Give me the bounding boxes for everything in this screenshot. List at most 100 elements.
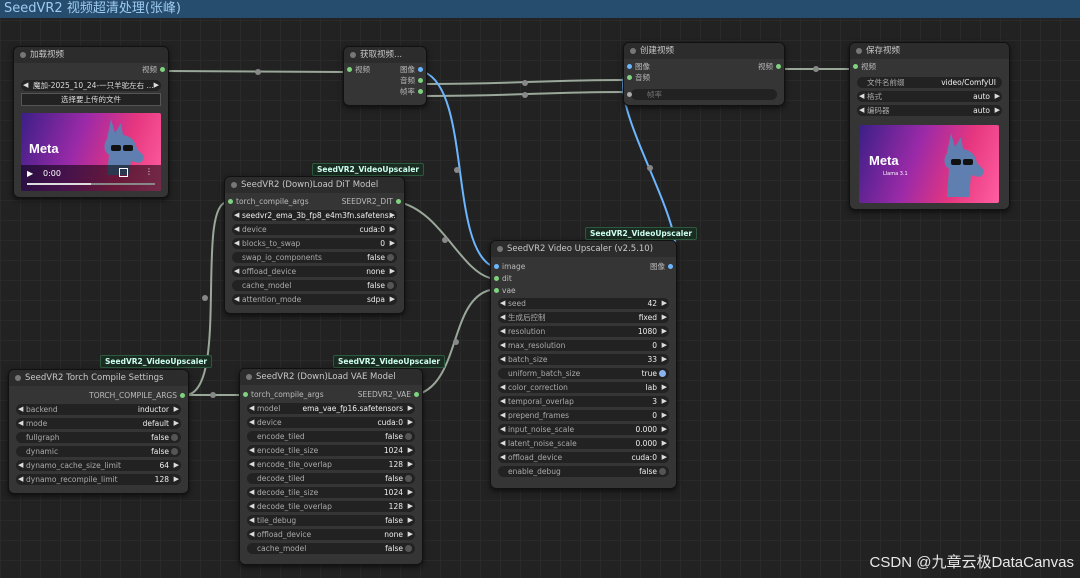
collapse-dot-icon[interactable] bbox=[630, 48, 636, 54]
toggle-on-icon[interactable] bbox=[659, 370, 666, 377]
decode-tile-size-stepper[interactable]: ◀ decode_tile_size 1024 ▶ bbox=[247, 487, 415, 498]
control-after-generate-select[interactable]: ◀ 生成后控制 fixed ▶ bbox=[498, 312, 669, 323]
arrow-left-icon[interactable]: ◀ bbox=[234, 266, 239, 277]
arrow-left-icon[interactable]: ◀ bbox=[500, 452, 505, 463]
arrow-left-icon[interactable]: ◀ bbox=[234, 294, 239, 305]
vae-model-select[interactable]: ◀ model ema_vae_fp16.safetensors ▶ bbox=[247, 403, 415, 414]
input-socket-image[interactable] bbox=[627, 64, 632, 69]
arrow-left-icon[interactable]: ◀ bbox=[234, 210, 239, 221]
device-select[interactable]: ◀ device cuda:0 ▶ bbox=[247, 417, 415, 428]
encode-tile-overlap-stepper[interactable]: ◀ encode_tile_overlap 128 ▶ bbox=[247, 459, 415, 470]
arrow-left-icon[interactable]: ◀ bbox=[249, 501, 254, 512]
latent-noise-scale-stepper[interactable]: ◀ latent_noise_scale 0.000 ▶ bbox=[498, 438, 669, 449]
blocks-to-swap-stepper[interactable]: ◀ blocks_to_swap 0 ▶ bbox=[232, 238, 397, 249]
attention-mode-select[interactable]: ◀ attention_mode sdpa ▶ bbox=[232, 294, 397, 305]
arrow-right-icon[interactable]: ▶ bbox=[408, 403, 413, 414]
output-socket-fps[interactable] bbox=[418, 89, 423, 94]
cache-model-toggle[interactable]: cache_model false bbox=[247, 543, 415, 554]
video-upscaler-node[interactable]: SeedVR2 Video Upscaler (v2.5.10) image 图像… bbox=[490, 240, 677, 489]
dynamo-cache-size-stepper[interactable]: ◀ dynamo_cache_size_limit 64 ▶ bbox=[16, 460, 181, 471]
dit-loader-node[interactable]: SeedVR2 (Down)Load DiT Model torch_compi… bbox=[224, 176, 405, 314]
save-video-node[interactable]: 保存视频 视频 文件名前缀 video/ComfyUI ◀ 格式 auto ▶ ◀ 编码器… bbox=[849, 42, 1010, 210]
input-socket-image[interactable] bbox=[494, 264, 499, 269]
arrow-right-icon[interactable]: ▶ bbox=[408, 529, 413, 540]
seed-stepper[interactable]: ◀ seed 42 ▶ bbox=[498, 298, 669, 309]
collapse-dot-icon[interactable] bbox=[15, 375, 21, 381]
encode-tiled-toggle[interactable]: encode_tiled false bbox=[247, 431, 415, 442]
group-title[interactable]: SeedVR2 视频超清处理(张峰) bbox=[0, 0, 1080, 18]
get-video-node[interactable]: 获取视频... 视频 图像 音频 帧率 bbox=[343, 46, 427, 106]
decode-tile-overlap-stepper[interactable]: ◀ decode_tile_overlap 128 ▶ bbox=[247, 501, 415, 512]
toggle-off-icon[interactable] bbox=[171, 448, 178, 455]
arrow-right-icon[interactable]: ▶ bbox=[408, 445, 413, 456]
arrow-right-icon[interactable]: ▶ bbox=[408, 417, 413, 428]
arrow-left-icon[interactable]: ◀ bbox=[249, 487, 254, 498]
arrow-right-icon[interactable]: ▶ bbox=[408, 459, 413, 470]
resolution-stepper[interactable]: ◀ resolution 1080 ▶ bbox=[498, 326, 669, 337]
arrow-left-icon[interactable]: ◀ bbox=[18, 460, 23, 471]
arrow-right-icon[interactable]: ▶ bbox=[174, 460, 179, 471]
arrow-right-icon[interactable]: ▶ bbox=[662, 298, 667, 309]
collapse-dot-icon[interactable] bbox=[497, 246, 503, 252]
collapse-dot-icon[interactable] bbox=[231, 182, 237, 188]
toggle-off-icon[interactable] bbox=[405, 433, 412, 440]
progress-track[interactable] bbox=[27, 183, 155, 185]
fps-socket[interactable] bbox=[627, 92, 632, 97]
arrow-right-icon[interactable]: ▶ bbox=[662, 410, 667, 421]
arrow-left-icon[interactable]: ◀ bbox=[249, 403, 254, 414]
arrow-right-icon[interactable]: ▶ bbox=[995, 91, 1000, 102]
arrow-right-icon[interactable]: ▶ bbox=[662, 340, 667, 351]
encode-tile-size-stepper[interactable]: ◀ encode_tile_size 1024 ▶ bbox=[247, 445, 415, 456]
arrow-left-icon[interactable]: ◀ bbox=[500, 298, 505, 309]
video-preview[interactable]: Meta ▶ 0:00 ⋮ bbox=[21, 113, 161, 191]
format-select[interactable]: ◀ 格式 auto ▶ bbox=[857, 91, 1002, 102]
enable-debug-toggle[interactable]: enable_debug false bbox=[498, 466, 669, 477]
collapse-dot-icon[interactable] bbox=[20, 52, 26, 58]
arrow-left-icon[interactable]: ◀ bbox=[249, 417, 254, 428]
arrow-left-icon[interactable]: ◀ bbox=[18, 474, 23, 485]
output-socket[interactable] bbox=[160, 67, 165, 72]
uniform-batch-size-toggle[interactable]: uniform_batch_size true bbox=[498, 368, 669, 379]
arrow-right-icon[interactable]: ▶ bbox=[390, 238, 395, 249]
arrow-right-icon[interactable]: ▶ bbox=[662, 312, 667, 323]
cache-model-toggle[interactable]: cache_model false bbox=[232, 280, 397, 291]
arrow-left-icon[interactable]: ◀ bbox=[500, 424, 505, 435]
arrow-left-icon[interactable]: ◀ bbox=[18, 404, 23, 415]
offload-device-select[interactable]: ◀ offload_device cuda:0 ▶ bbox=[498, 452, 669, 463]
input-socket[interactable] bbox=[228, 199, 233, 204]
backend-select[interactable]: ◀ backend inductor ▶ bbox=[16, 404, 181, 415]
collapse-dot-icon[interactable] bbox=[246, 374, 252, 380]
arrow-right-icon[interactable]: ▶ bbox=[662, 382, 667, 393]
arrow-right-icon[interactable]: ▶ bbox=[662, 326, 667, 337]
file-select[interactable]: ◀ 魔加-2025_10_24-一只羊驼左右 ... ▶ bbox=[21, 80, 161, 91]
offload-device-select[interactable]: ◀ offload_device none ▶ bbox=[247, 529, 415, 540]
arrow-left-icon[interactable]: ◀ bbox=[234, 224, 239, 235]
collapse-dot-icon[interactable] bbox=[350, 52, 356, 58]
arrow-left-icon[interactable]: ◀ bbox=[500, 410, 505, 421]
input-socket[interactable] bbox=[347, 67, 352, 72]
arrow-right-icon[interactable]: ▶ bbox=[174, 418, 179, 429]
max-resolution-stepper[interactable]: ◀ max_resolution 0 ▶ bbox=[498, 340, 669, 351]
arrow-left-icon[interactable]: ◀ bbox=[249, 459, 254, 470]
arrow-right-icon[interactable]: ▶ bbox=[390, 294, 395, 305]
arrow-right-icon[interactable]: ▶ bbox=[408, 515, 413, 526]
fullscreen-icon[interactable] bbox=[119, 168, 128, 177]
arrow-left-icon[interactable]: ◀ bbox=[500, 382, 505, 393]
toggle-off-icon[interactable] bbox=[405, 545, 412, 552]
output-preview[interactable]: Meta Llama 3.1 bbox=[859, 125, 999, 203]
arrow-left-icon[interactable]: ◀ bbox=[249, 445, 254, 456]
color-correction-select[interactable]: ◀ color_correction lab ▶ bbox=[498, 382, 669, 393]
prepend-frames-stepper[interactable]: ◀ prepend_frames 0 ▶ bbox=[498, 410, 669, 421]
mode-select[interactable]: ◀ mode default ▶ bbox=[16, 418, 181, 429]
arrow-right-icon[interactable]: ▶ bbox=[662, 438, 667, 449]
arrow-right-icon[interactable]: ▶ bbox=[408, 501, 413, 512]
batch-size-stepper[interactable]: ◀ batch_size 33 ▶ bbox=[498, 354, 669, 365]
arrow-right-icon[interactable]: ▶ bbox=[408, 487, 413, 498]
toggle-off-icon[interactable] bbox=[171, 434, 178, 441]
arrow-left-icon[interactable]: ◀ bbox=[500, 354, 505, 365]
input-noise-scale-stepper[interactable]: ◀ input_noise_scale 0.000 ▶ bbox=[498, 424, 669, 435]
arrow-left-icon[interactable]: ◀ bbox=[859, 105, 864, 116]
arrow-right-icon[interactable]: ▶ bbox=[390, 224, 395, 235]
arrow-left-icon[interactable]: ◀ bbox=[859, 91, 864, 102]
toggle-off-icon[interactable] bbox=[387, 254, 394, 261]
